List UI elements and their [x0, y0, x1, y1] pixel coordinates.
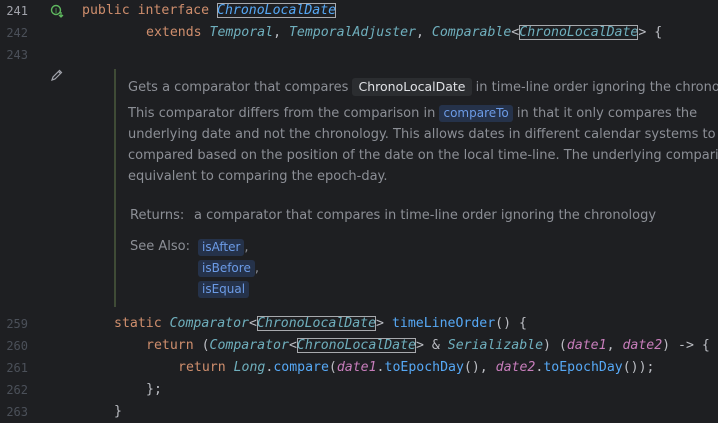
method-call[interactable]: toEpochDay: [385, 360, 464, 375]
compareto-link[interactable]: compareTo: [439, 105, 513, 122]
editor-gutter: 241 242 243 259 260 261 262 263 I: [0, 0, 80, 423]
code-line-241[interactable]: public interface ChronoLocalDate: [82, 3, 337, 19]
keyword: return: [146, 338, 194, 353]
line-number: 242: [6, 26, 28, 40]
line-number: 243: [6, 48, 28, 62]
separator: ,: [244, 240, 249, 255]
svg-text:I: I: [55, 7, 57, 15]
rendered-javadoc: Gets a comparator that compares ChronoLo…: [114, 69, 718, 307]
keyword: extends: [146, 25, 202, 40]
doc-line: compared based on the position of the da…: [128, 148, 718, 163]
type-reference[interactable]: Temporal: [210, 25, 274, 40]
see-also-item: isBefore,: [198, 260, 259, 277]
doc-line: equivalent to comparing the epoch-day.: [128, 169, 388, 184]
type-reference[interactable]: Comparator: [210, 338, 289, 353]
code-chip: ChronoLocalDate: [352, 78, 472, 96]
lambda-param[interactable]: date1: [337, 360, 377, 375]
see-also-item: isEqual: [198, 281, 250, 298]
isequal-link[interactable]: isEqual: [198, 281, 250, 298]
code-line-260[interactable]: return (Comparator<ChronoLocalDate> & Se…: [146, 338, 710, 354]
type-reference[interactable]: Comparator: [170, 316, 249, 331]
interface-name[interactable]: ChronoLocalDate: [217, 3, 337, 18]
code-line-263[interactable]: }: [114, 404, 122, 420]
lambda-param[interactable]: date2: [496, 360, 536, 375]
returns-label: Returns:: [130, 208, 185, 223]
line-number: 260: [6, 339, 28, 353]
line-number: 262: [6, 383, 28, 397]
code-line-262[interactable]: };: [146, 382, 162, 398]
doc-text: This comparator differs from the compari…: [128, 106, 436, 121]
keyword: static: [114, 316, 162, 331]
line-number: 261: [6, 361, 28, 375]
doc-line: This comparator differs from the compari…: [128, 104, 697, 124]
code-line-259[interactable]: static Comparator<ChronoLocalDate> timeL…: [114, 316, 527, 332]
method-call[interactable]: compare: [273, 360, 329, 375]
type-reference[interactable]: Comparable: [432, 25, 511, 40]
see-also-label: See Also:: [130, 239, 190, 254]
isbefore-link[interactable]: isBefore: [198, 260, 255, 277]
doc-text: Gets a comparator that compares: [128, 80, 349, 95]
line-number: 259: [6, 317, 28, 331]
keyword: return: [178, 360, 226, 375]
separator: ,: [254, 261, 259, 276]
code-punct: > {: [638, 25, 663, 40]
type-reference-highlighted[interactable]: ChronoLocalDate: [296, 338, 416, 353]
pencil-icon[interactable]: [50, 68, 64, 82]
isafter-link[interactable]: isAfter: [198, 239, 245, 256]
keyword: public: [82, 3, 130, 18]
type-reference-highlighted[interactable]: ChronoLocalDate: [519, 25, 639, 40]
line-number: 263: [6, 405, 28, 419]
line-number: 241: [6, 4, 28, 18]
doc-line: underlying date and not the chronology. …: [128, 127, 718, 142]
doc-text: in time-line order ignoring the chronolo…: [475, 80, 718, 95]
type-reference[interactable]: TemporalAdjuster: [289, 25, 416, 40]
see-also-item: isAfter,: [198, 239, 249, 256]
implementation-marker-icon[interactable]: I: [50, 3, 66, 19]
code-punct: () {: [495, 316, 527, 331]
lambda-param[interactable]: date1: [567, 338, 607, 353]
returns-text: a comparator that compares in time-line …: [194, 208, 657, 223]
doc-text: in that it only compares the: [516, 106, 698, 121]
lambda-param[interactable]: date2: [622, 338, 662, 353]
method-call[interactable]: toEpochDay: [543, 360, 622, 375]
type-reference[interactable]: Serializable: [448, 338, 543, 353]
method-name[interactable]: timeLineOrder: [392, 316, 495, 331]
type-reference-highlighted[interactable]: ChronoLocalDate: [256, 316, 377, 331]
code-line-261[interactable]: return Long.compare(date1.toEpochDay(), …: [178, 360, 655, 376]
code-line-242[interactable]: extends Temporal, TemporalAdjuster, Comp…: [146, 25, 662, 41]
doc-summary: Gets a comparator that compares ChronoLo…: [128, 78, 718, 98]
keyword: interface: [137, 3, 210, 18]
type-reference[interactable]: Long: [234, 360, 266, 375]
